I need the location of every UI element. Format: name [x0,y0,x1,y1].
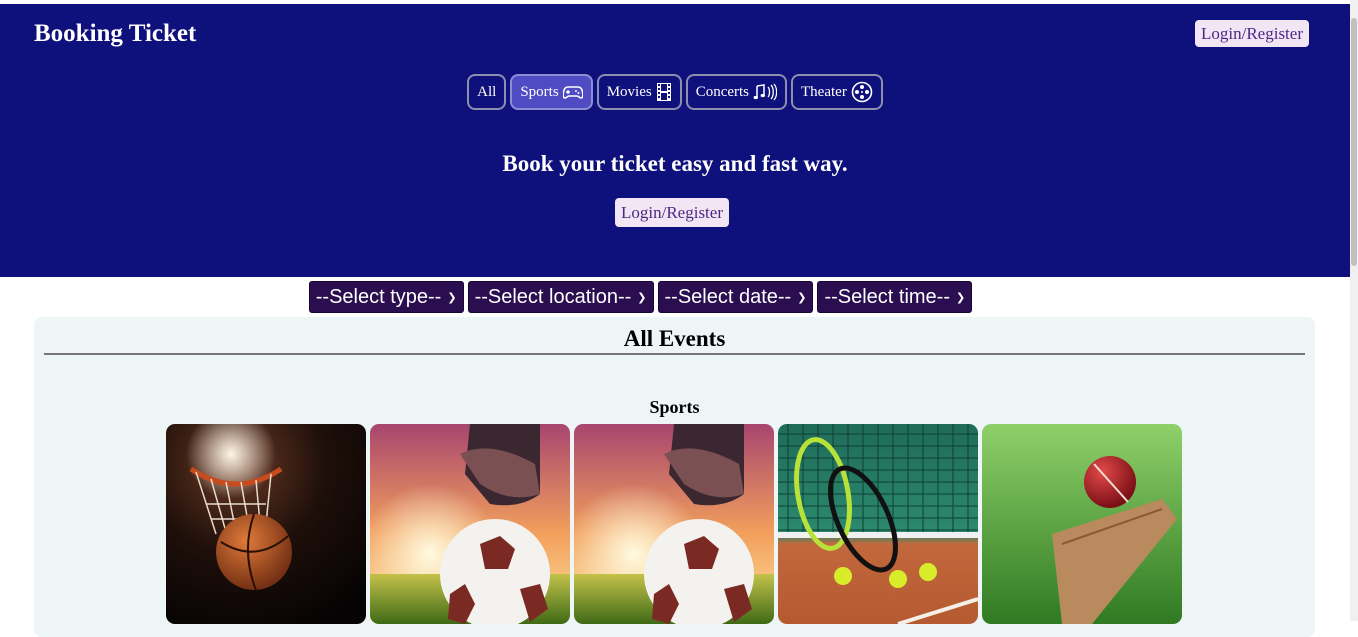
hero-headline: Book your ticket easy and fast way. [502,151,848,176]
tab-label: Theater [801,83,847,100]
chevron-down-icon: ❯ [797,291,807,304]
location-select[interactable]: --Select location-- ❯ [467,281,654,313]
select-value: --Select time-- [824,285,951,308]
sports-card-list [166,424,1182,624]
tab-concerts[interactable]: Concerts [685,74,788,110]
tab-label: Movies [606,83,652,100]
filter-bar: --Select type-- ❯ --Select location-- ❯ … [0,281,1281,313]
events-panel: All Events Sports [34,317,1315,637]
select-value: --Select location-- [474,285,632,308]
tab-all[interactable]: All [467,74,507,110]
tab-sports[interactable]: Sports [510,74,593,110]
event-card-soccer[interactable] [574,424,774,624]
select-value: --Select type-- [315,285,442,308]
date-select[interactable]: --Select date-- ❯ [657,281,814,313]
event-card-soccer[interactable] [370,424,570,624]
tab-movies[interactable]: Movies [596,74,682,110]
tab-label: Concerts [695,83,750,100]
brand-title: Booking Ticket [34,20,197,47]
tab-label: All [477,83,497,100]
music-note-icon [753,83,778,101]
type-select[interactable]: --Select type-- ❯ [308,281,464,313]
chevron-down-icon: ❯ [637,291,647,304]
gamepad-icon [562,84,583,100]
event-card-basketball[interactable] [166,424,366,624]
time-select[interactable]: --Select time-- ❯ [817,281,973,313]
tab-label: Sports [520,83,559,100]
tab-theater[interactable]: Theater [791,74,883,110]
chevron-down-icon: ❯ [447,291,457,304]
soccer-image [574,424,774,624]
tennis-image [778,424,978,624]
header: Booking Ticket Login/Register All Sports… [0,4,1350,277]
scrollbar-thumb[interactable] [1351,18,1357,266]
event-card-cricket[interactable] [982,424,1182,624]
film-icon [656,82,672,102]
cricket-image [982,424,1182,624]
soccer-image [370,424,570,624]
divider [44,353,1305,355]
hero-login-button[interactable]: Login/Register [615,198,729,227]
select-value: --Select date-- [664,285,792,308]
category-tabs: All Sports Movies Concerts Theater [0,74,1350,110]
login-register-button[interactable]: Login/Register [1195,20,1309,47]
chevron-down-icon: ❯ [956,291,966,304]
basketball-image [166,424,366,624]
event-card-tennis[interactable] [778,424,978,624]
film-reel-icon [851,81,873,103]
events-title: All Events [623,326,726,351]
section-title-sports: Sports [649,397,700,417]
